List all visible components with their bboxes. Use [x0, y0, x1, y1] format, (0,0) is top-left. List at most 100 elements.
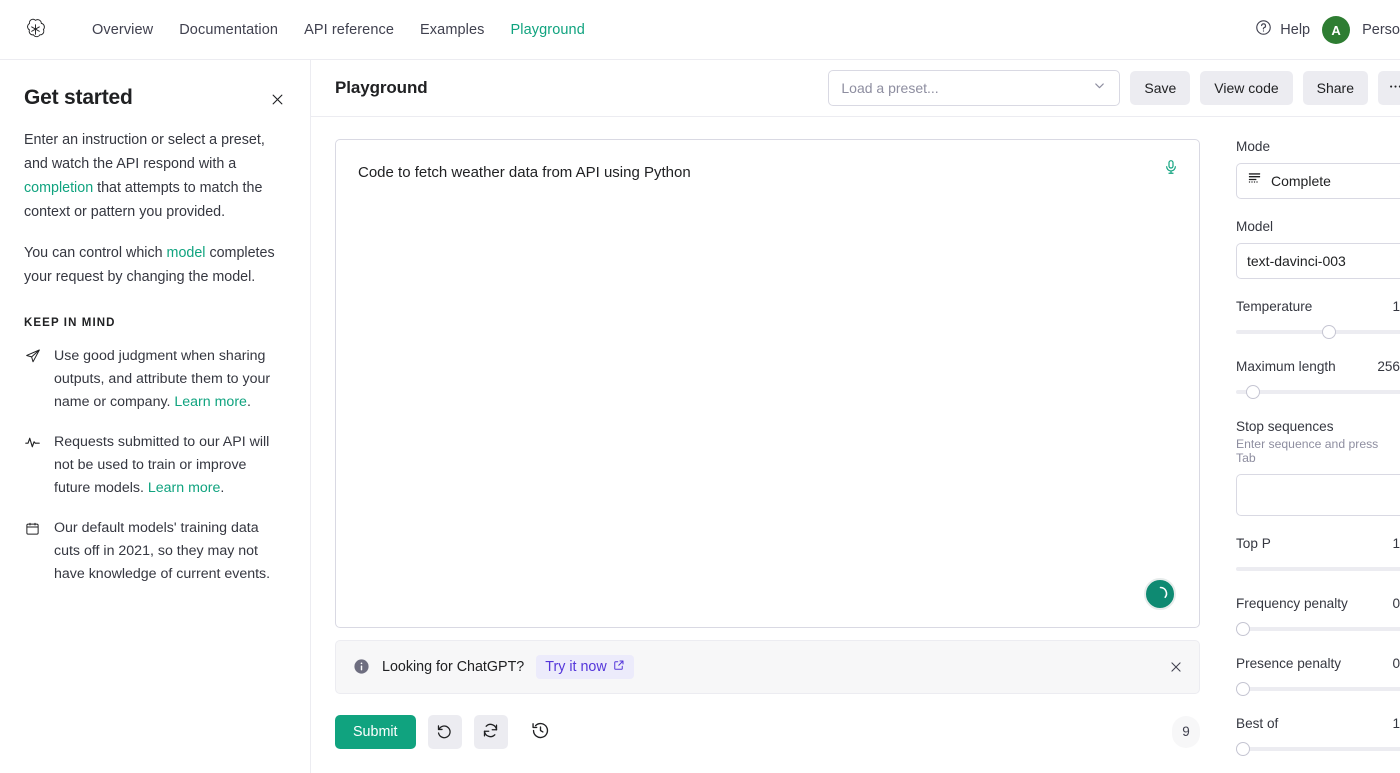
slider-thumb[interactable] [1236, 621, 1250, 636]
playground-body: Code to fetch weather data from API usin… [311, 117, 1400, 773]
stop-sequences-input[interactable] [1236, 473, 1400, 516]
try-it-now-label: Try it now [545, 658, 607, 675]
sidebar-title: Get started [24, 86, 133, 109]
keep-in-mind-heading: KEEP IN MIND [24, 317, 116, 329]
history-clock-icon [531, 721, 550, 743]
calendar-icon [24, 518, 41, 538]
temperature-slider[interactable] [1236, 324, 1400, 339]
playground-header: Playground Load a preset... Save View co… [311, 60, 1400, 117]
save-button[interactable]: Save [1130, 70, 1191, 105]
model-value: text-davinci-003 [1247, 252, 1346, 269]
refresh-icon [482, 722, 499, 742]
nav-right-group: Help A Perso [1255, 0, 1400, 60]
help-button[interactable]: Help [1255, 19, 1310, 41]
frequency-penalty-row: Frequency penalty 0 [1236, 596, 1400, 611]
close-icon[interactable] [268, 90, 286, 108]
kim1-text2: . [246, 394, 251, 410]
help-label: Help [1280, 22, 1311, 38]
banner-close-icon[interactable] [1169, 660, 1183, 674]
frequency-penalty-slider[interactable] [1236, 621, 1400, 636]
nav-link-documentation[interactable]: Documentation [179, 22, 278, 38]
nav-link-examples[interactable]: Examples [420, 22, 484, 38]
token-count-badge[interactable]: 9 [1172, 715, 1200, 748]
slider-thumb[interactable] [1322, 324, 1336, 339]
playground-toolbar: Load a preset... Save View code Share [828, 69, 1400, 106]
avatar[interactable]: A [1322, 16, 1351, 44]
main-nav-links: Overview Documentation API reference Exa… [92, 22, 585, 38]
list-item: Requests submitted to our API will not b… [24, 431, 286, 500]
best-of-slider[interactable] [1236, 741, 1400, 756]
temperature-value: 1 [1392, 298, 1400, 314]
temperature-row: Temperature 1 [1236, 299, 1400, 314]
slider-thumb[interactable] [1236, 741, 1250, 756]
learn-more-link-2[interactable]: Learn more [148, 480, 221, 496]
banner-text: Looking for ChatGPT? [382, 658, 525, 675]
external-link-icon [613, 659, 625, 675]
nav-link-overview[interactable]: Overview [92, 22, 153, 38]
presence-penalty-row: Presence penalty 0 [1236, 656, 1400, 671]
stop-sequences-setting: Stop sequences Enter sequence and press … [1236, 419, 1400, 516]
completion-link[interactable]: completion [24, 180, 93, 196]
presence-penalty-setting: Presence penalty 0 [1236, 656, 1400, 696]
paper-plane-icon [24, 346, 41, 366]
model-label: Model [1236, 218, 1274, 234]
view-code-button[interactable]: View code [1200, 70, 1293, 105]
frequency-penalty-setting: Frequency penalty 0 [1236, 596, 1400, 636]
activity-pulse-icon [24, 432, 41, 452]
top-p-slider[interactable] [1236, 562, 1400, 576]
preset-placeholder: Load a preset... [841, 79, 939, 96]
sidebar-p1-text1: Enter an instruction or select a preset,… [24, 132, 265, 172]
try-it-now-button[interactable]: Try it now [536, 654, 634, 679]
best-of-label: Best of [1236, 715, 1279, 731]
frequency-penalty-value: 0 [1392, 595, 1400, 611]
temperature-label: Temperature [1236, 298, 1313, 314]
best-of-setting: Best of 1 [1236, 716, 1400, 756]
history-button[interactable] [524, 715, 558, 749]
top-p-value: 1 [1392, 535, 1400, 551]
prompt-text: Code to fetch weather data from API usin… [358, 163, 691, 181]
undo-button[interactable] [427, 714, 462, 749]
learn-more-link-1[interactable]: Learn more [174, 394, 247, 410]
submit-button[interactable]: Submit [335, 714, 416, 749]
undo-icon [436, 722, 453, 742]
sidebar-paragraph-1: Enter an instruction or select a preset,… [24, 128, 286, 224]
share-button[interactable]: Share [1302, 70, 1368, 105]
mode-select[interactable]: Complete [1236, 162, 1400, 199]
maximum-length-setting: Maximum length 256 [1236, 359, 1400, 399]
model-select[interactable]: text-davinci-003 [1236, 242, 1400, 279]
best-of-row: Best of 1 [1236, 716, 1400, 731]
preset-select[interactable]: Load a preset... [828, 69, 1121, 106]
temperature-setting: Temperature 1 [1236, 299, 1400, 339]
maximum-length-slider[interactable] [1236, 384, 1400, 399]
question-circle-icon [1255, 19, 1272, 41]
more-options-button[interactable] [1378, 70, 1400, 105]
organization-name[interactable]: Perso [1362, 22, 1400, 38]
slider-track [1236, 389, 1400, 394]
openai-logo-icon[interactable] [22, 17, 48, 43]
prompt-textarea[interactable]: Code to fetch weather data from API usin… [335, 138, 1200, 628]
maximum-length-row: Maximum length 256 [1236, 359, 1400, 374]
list-item-text: Requests submitted to our API will not b… [54, 431, 286, 500]
regenerate-button[interactable] [473, 714, 508, 749]
slider-thumb[interactable] [1246, 384, 1261, 399]
playground-main: Playground Load a preset... Save View co… [311, 60, 1400, 773]
ellipsis-icon [1388, 79, 1400, 97]
mode-setting: Mode Complete [1236, 139, 1400, 199]
slider-thumb[interactable] [1236, 681, 1250, 696]
mode-value: Complete [1271, 172, 1331, 189]
editor-column: Code to fetch weather data from API usin… [311, 117, 1224, 773]
model-link[interactable]: model [167, 245, 206, 261]
top-p-setting: Top P 1 [1236, 536, 1400, 576]
nav-link-api-reference[interactable]: API reference [304, 22, 394, 38]
get-started-sidebar: Get started Enter an instruction or sele… [0, 60, 311, 773]
settings-panel: Mode Complete Model text-davinci-003 Tem… [1224, 117, 1400, 773]
loading-spinner-icon[interactable] [1144, 577, 1176, 610]
nav-link-playground[interactable]: Playground [511, 22, 585, 38]
presence-penalty-slider[interactable] [1236, 681, 1400, 696]
microphone-icon[interactable] [1163, 158, 1181, 178]
slider-track [1236, 329, 1400, 334]
keep-in-mind-list: Use good judgment when sharing outputs, … [24, 345, 286, 586]
frequency-penalty-label: Frequency penalty [1236, 595, 1348, 611]
model-setting: Model text-davinci-003 [1236, 219, 1400, 279]
stop-sequences-hint: Enter sequence and press Tab [1236, 436, 1379, 465]
